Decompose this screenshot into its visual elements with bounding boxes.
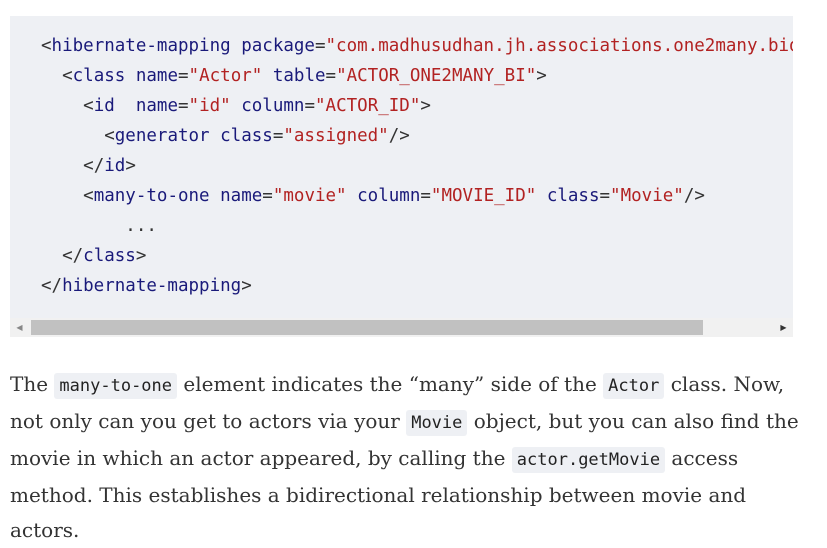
code-token-punc: < xyxy=(83,186,94,206)
code-token-punc: = xyxy=(304,96,316,116)
code-token-punc: = xyxy=(272,126,284,146)
code-token-punc: > xyxy=(135,246,147,266)
paragraph-text: The xyxy=(10,372,55,396)
code-token-val: "Actor" xyxy=(188,66,263,86)
code-token-punc: = xyxy=(420,186,431,206)
code-line: </id> xyxy=(41,151,136,181)
scroll-left-arrow-icon[interactable]: ◀ xyxy=(10,318,29,337)
code-token-punc: < xyxy=(104,126,115,146)
inline-code-movie: Movie xyxy=(406,410,468,436)
code-line: <generator class="assigned"/> xyxy=(41,121,410,151)
code-token-punc: = xyxy=(325,66,337,86)
code-token-punc: > xyxy=(420,96,431,116)
code-token-tag: generator xyxy=(114,126,210,146)
code-line: <class name="Actor" table="ACTOR_ONE2MAN… xyxy=(41,61,547,91)
code-token-tag: hibernate-mapping xyxy=(62,276,242,296)
code-token-punc: </ xyxy=(83,156,105,176)
code-token-tag: hibernate-mapping xyxy=(51,36,231,56)
code-line: <id name="id" column="ACTOR_ID"> xyxy=(41,91,431,121)
code-token-attr: column xyxy=(346,186,421,206)
code-block: <hibernate-mapping package="com.madhusud… xyxy=(10,16,793,337)
code-token-punc: </ xyxy=(62,246,84,266)
code-token-val: "ACTOR_ONE2MANY_BI" xyxy=(336,66,537,86)
code-token-attr: name xyxy=(114,96,178,116)
paragraph-text: element indicates the “many” side of the xyxy=(177,372,604,396)
code-token-attr: package xyxy=(230,36,315,56)
code-token-attr: table xyxy=(262,66,326,86)
scroll-right-arrow-icon[interactable]: ▶ xyxy=(774,318,793,337)
code-token-punc: </ xyxy=(41,276,63,296)
code-token-val: "Movie" xyxy=(610,186,684,206)
code-token-punc: = xyxy=(178,66,189,86)
code-token-tag: class xyxy=(83,246,136,266)
code-token-val: "movie" xyxy=(272,186,347,206)
code-token-val: "assigned" xyxy=(283,126,389,146)
code-content[interactable]: <hibernate-mapping package="com.madhusud… xyxy=(10,16,793,318)
code-token-punc: > xyxy=(536,66,547,86)
scrollbar-thumb[interactable] xyxy=(31,320,703,335)
code-token-attr: name xyxy=(125,66,178,86)
code-token-attr: class xyxy=(209,126,273,146)
code-token-punc: /> xyxy=(388,126,410,146)
code-token-val: "id" xyxy=(188,96,231,116)
code-line: </class> xyxy=(41,241,146,271)
code-token-punc: ... xyxy=(125,216,157,236)
code-token-attr: name xyxy=(209,186,263,206)
code-line: ... xyxy=(41,211,157,241)
code-line: <hibernate-mapping package="com.madhusud… xyxy=(41,31,793,61)
code-line: </hibernate-mapping> xyxy=(41,271,252,301)
description-paragraph: The many-to-one element indicates the “m… xyxy=(10,367,810,548)
code-token-tag: class xyxy=(72,66,126,86)
code-token-punc: < xyxy=(83,96,94,116)
code-token-punc: = xyxy=(262,186,273,206)
code-token-punc: > xyxy=(125,156,136,176)
code-token-punc: = xyxy=(314,36,326,56)
code-token-val: "com.madhusudhan.jh.associations.one2man… xyxy=(325,36,793,56)
code-token-val: "ACTOR_ID" xyxy=(315,96,421,116)
horizontal-scrollbar[interactable]: ◀ ▶ xyxy=(10,318,793,337)
code-token-punc: = xyxy=(599,186,611,206)
code-token-val: "MOVIE_ID" xyxy=(430,186,537,206)
code-token-punc: > xyxy=(241,276,252,296)
code-token-punc: /> xyxy=(683,186,705,206)
code-token-tag: id xyxy=(93,96,115,116)
code-token-punc: < xyxy=(62,66,73,86)
code-token-tag: id xyxy=(104,156,126,176)
code-token-punc: = xyxy=(178,96,189,116)
inline-code-actor: Actor xyxy=(603,373,665,399)
code-line: <many-to-one name="movie" column="MOVIE_… xyxy=(41,181,705,211)
code-token-punc: < xyxy=(41,36,52,56)
code-token-attr: column xyxy=(230,96,305,116)
code-token-attr: class xyxy=(536,186,600,206)
inline-code-get-movie: actor.getMovie xyxy=(511,447,666,473)
code-token-tag: many-to-one xyxy=(93,186,210,206)
inline-code-many-to-one: many-to-one xyxy=(54,373,178,399)
